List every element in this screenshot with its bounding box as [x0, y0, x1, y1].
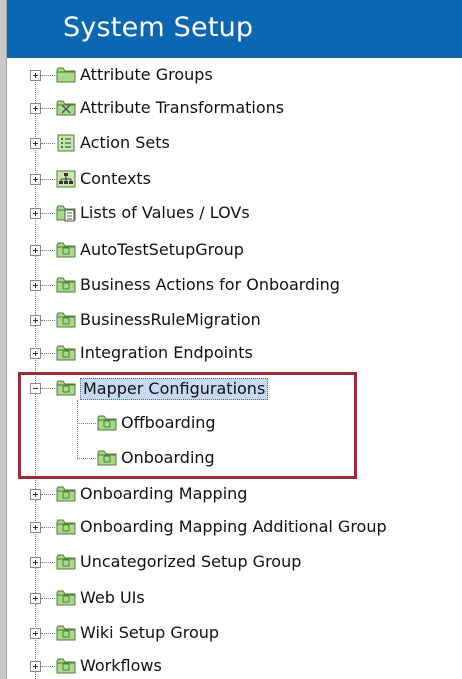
tree-item-label[interactable]: Lists of Values / LOVs: [80, 203, 250, 223]
highlight-annotation-box: [18, 372, 357, 479]
tree-connector-line: [41, 250, 55, 251]
expand-toggle-icon[interactable]: [30, 661, 41, 672]
setup-group-icon: [56, 311, 76, 329]
tree-item-label[interactable]: AutoTestSetupGroup: [80, 240, 244, 260]
tree-connector-line: [41, 527, 55, 528]
tree-connector-line: [41, 633, 55, 634]
tree-item-label[interactable]: Onboarding Mapping Additional Group: [80, 517, 387, 537]
tree-item-label[interactable]: Contexts: [80, 169, 151, 189]
tree-item-label[interactable]: Onboarding Mapping: [80, 484, 247, 504]
tree-item-label[interactable]: Workflows: [80, 656, 162, 676]
tree-connector-line: [41, 598, 55, 599]
expand-toggle-icon[interactable]: [30, 280, 41, 291]
tree-item-label[interactable]: Integration Endpoints: [80, 343, 253, 363]
setup-group-icon: [56, 344, 76, 362]
setup-group-icon: [56, 241, 76, 259]
expand-toggle-icon[interactable]: [30, 348, 41, 359]
tree-item-label[interactable]: Uncategorized Setup Group: [80, 552, 301, 572]
tree-connector-line: [41, 320, 55, 321]
tree-connector-line: [41, 666, 55, 667]
transformation-folder-icon: [56, 99, 76, 117]
tree-connector-line: [41, 213, 55, 214]
folder-icon: [56, 66, 76, 84]
setup-group-icon: [56, 589, 76, 607]
tree-connector-line: [41, 75, 55, 76]
tree-item-label[interactable]: Business Actions for Onboarding: [80, 275, 340, 295]
tree-connector-line: [41, 143, 55, 144]
tree-connector-line: [41, 353, 55, 354]
expand-toggle-icon[interactable]: [30, 489, 41, 500]
expand-toggle-icon[interactable]: [30, 245, 41, 256]
setup-group-icon: [56, 624, 76, 642]
tree-item-label[interactable]: Attribute Groups: [80, 65, 213, 85]
expand-toggle-icon[interactable]: [30, 315, 41, 326]
setup-group-icon: [56, 553, 76, 571]
expand-toggle-icon[interactable]: [30, 628, 41, 639]
expand-toggle-icon[interactable]: [30, 103, 41, 114]
tree-connector-line: [41, 494, 55, 495]
expand-toggle-icon[interactable]: [30, 557, 41, 568]
expand-toggle-icon[interactable]: [30, 208, 41, 219]
tree-connector-line: [41, 108, 55, 109]
expand-toggle-icon[interactable]: [30, 174, 41, 185]
setup-group-icon: [56, 518, 76, 536]
tree-connector-line: [41, 562, 55, 563]
expand-toggle-icon[interactable]: [30, 593, 41, 604]
tree-connector-line: [41, 285, 55, 286]
contexts-hierarchy-icon: [56, 170, 76, 188]
expand-toggle-icon[interactable]: [30, 138, 41, 149]
tree-item-label[interactable]: Wiki Setup Group: [80, 623, 219, 643]
setup-group-icon: [56, 276, 76, 294]
tree-item-label[interactable]: Web UIs: [80, 588, 145, 608]
tree-item-label[interactable]: Action Sets: [80, 133, 170, 153]
tree-item-label[interactable]: Attribute Transformations: [80, 98, 284, 118]
setup-group-icon: [56, 485, 76, 503]
lov-folder-icon: [56, 204, 76, 222]
expand-toggle-icon[interactable]: [30, 522, 41, 533]
tree-item-label[interactable]: BusinessRuleMigration: [80, 310, 261, 330]
expand-toggle-icon[interactable]: [30, 70, 41, 81]
setup-group-icon: [56, 657, 76, 675]
tree-connector-line: [41, 179, 55, 180]
action-sets-icon: [56, 134, 76, 152]
system-setup-tree: Attribute Groups Attribute Transformation…: [0, 0, 462, 679]
